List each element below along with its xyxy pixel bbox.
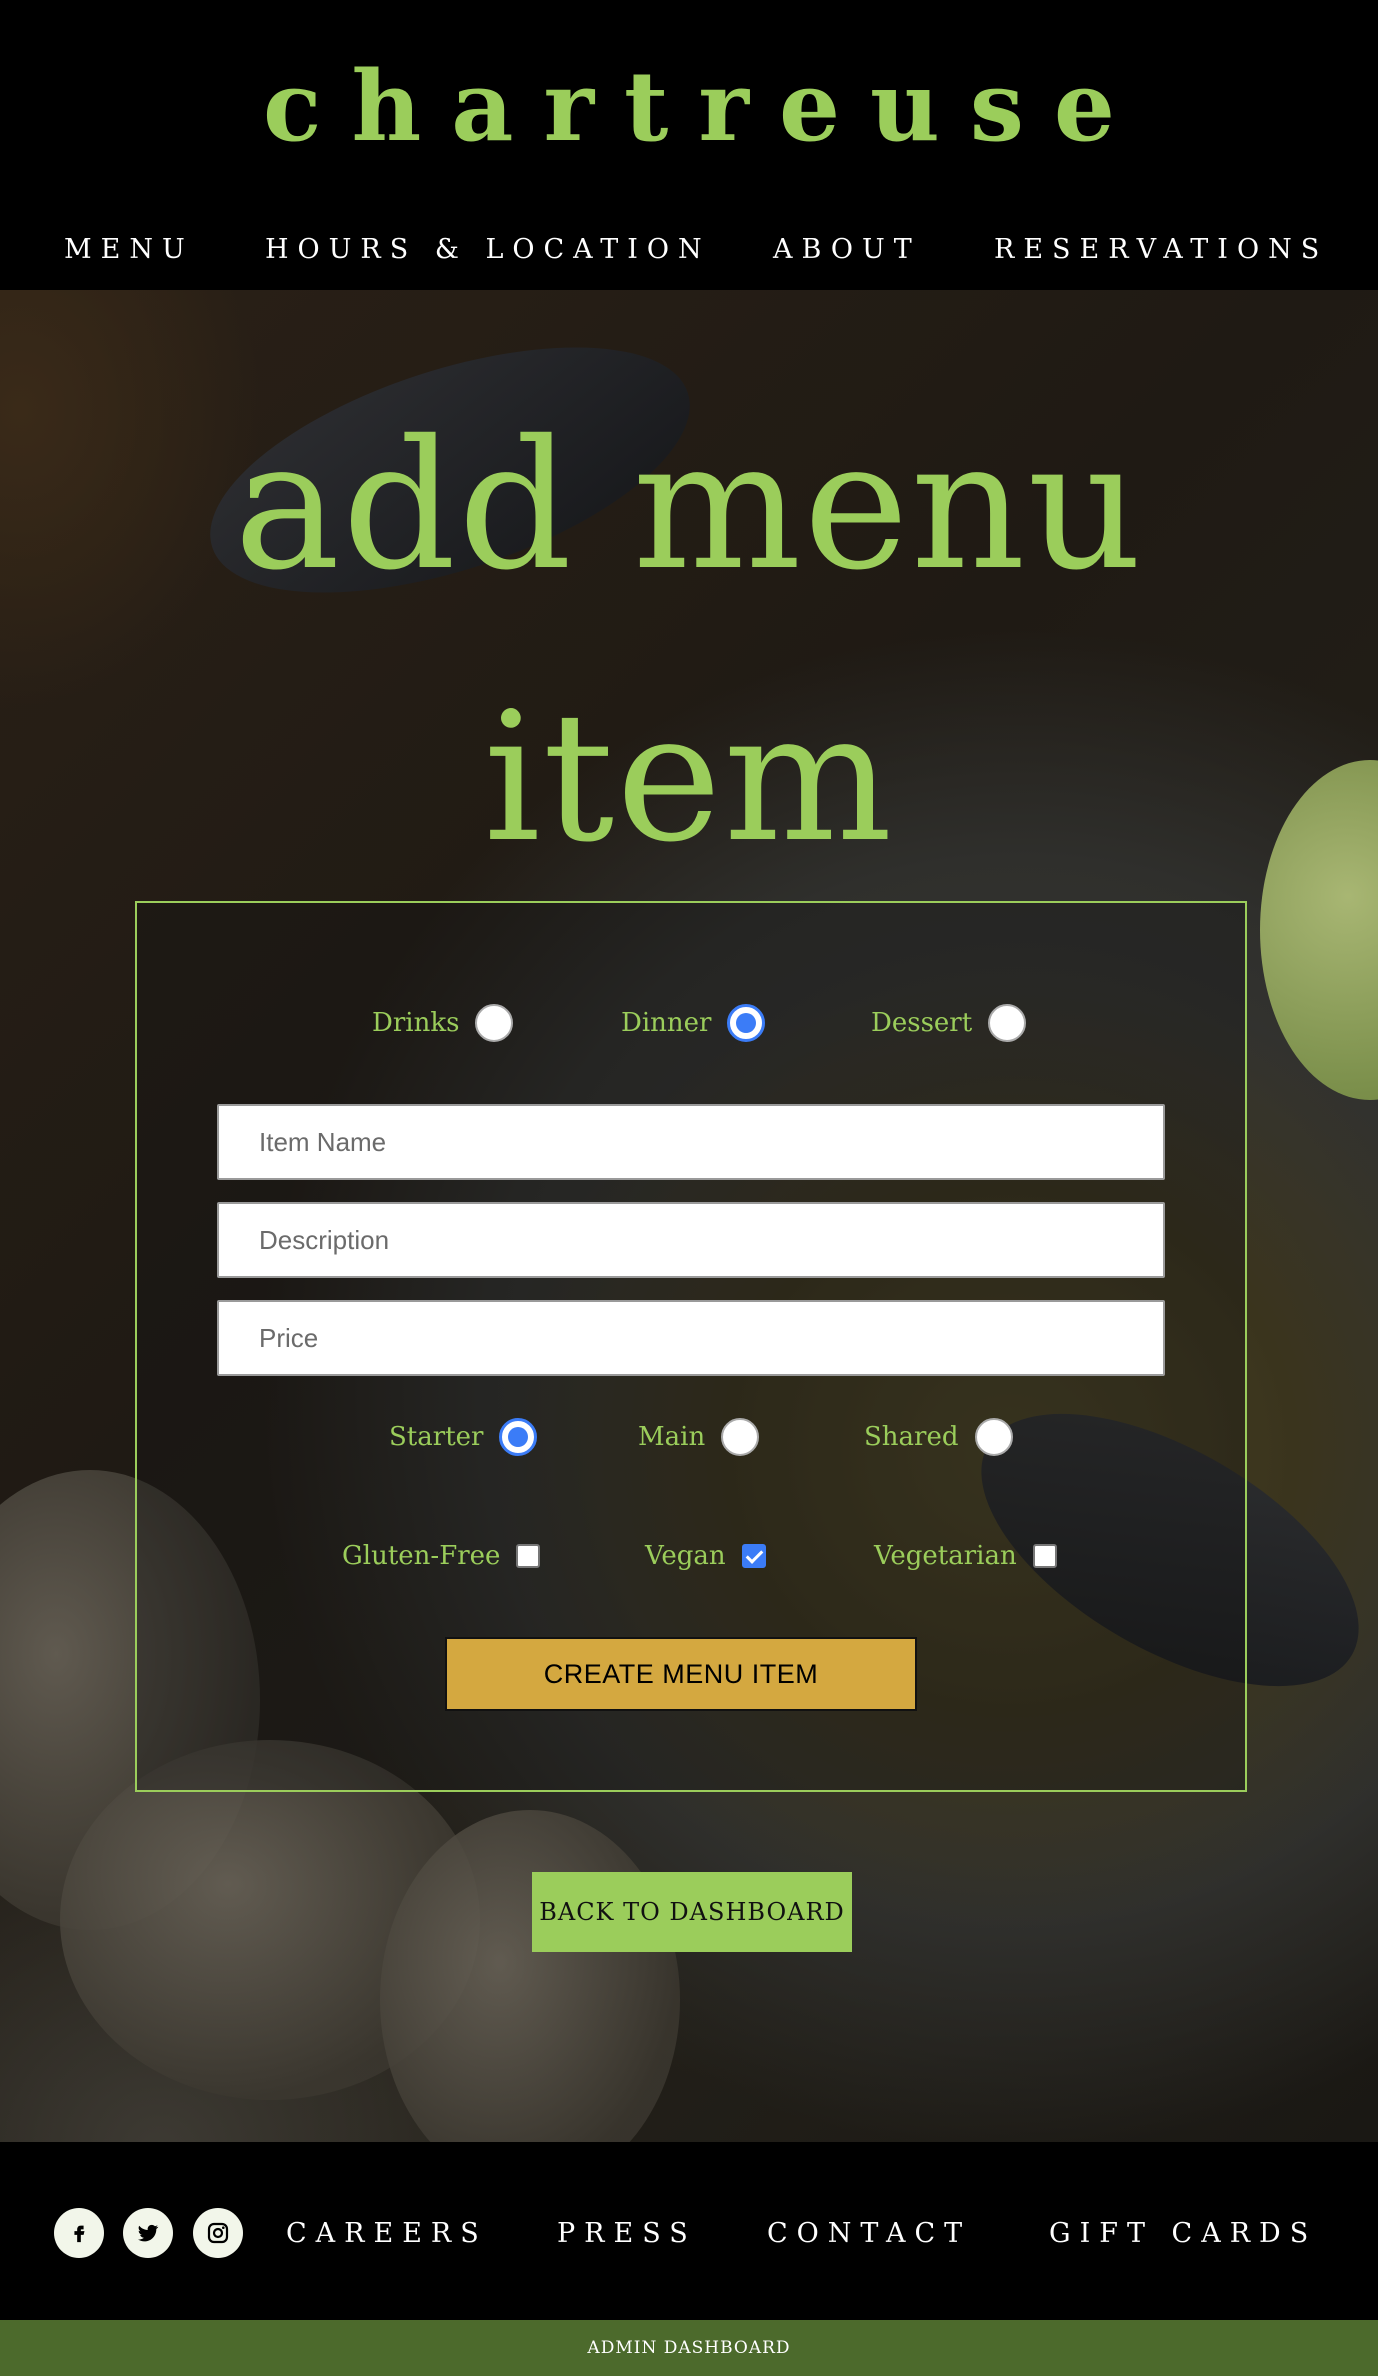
- category-label-dessert: Dessert: [871, 1008, 973, 1038]
- diet-option-gluten-free[interactable]: Gluten-Free: [342, 1534, 541, 1578]
- category-radio-drinks[interactable]: [475, 1004, 514, 1042]
- course-label-starter: Starter: [389, 1422, 484, 1452]
- admin-dashboard-bar: ADMIN DASHBOARD: [0, 2320, 1378, 2376]
- diet-checkbox-group: Gluten-Free Vegan Vegetarian: [137, 1534, 1245, 1578]
- footer-link-contact[interactable]: CONTACT: [767, 2212, 971, 2256]
- site-footer: CAREERS PRESS CONTACT GIFT CARDS: [0, 2142, 1378, 2320]
- course-radio-starter[interactable]: [499, 1418, 538, 1456]
- item-name-input[interactable]: [217, 1104, 1165, 1180]
- instagram-icon[interactable]: [193, 2208, 243, 2258]
- admin-dashboard-link[interactable]: ADMIN DASHBOARD: [587, 2338, 790, 2358]
- vegetarian-checkbox[interactable]: [1032, 1544, 1057, 1568]
- nav-item-hours-location[interactable]: HOURS & LOCATION: [265, 228, 711, 272]
- price-input[interactable]: [217, 1300, 1165, 1376]
- diet-option-vegan[interactable]: Vegan: [645, 1534, 766, 1578]
- create-menu-item-button[interactable]: CREATE MENU ITEM: [445, 1637, 917, 1711]
- brand-logo[interactable]: chartreuse: [0, 52, 1378, 162]
- gluten-free-checkbox[interactable]: [516, 1544, 541, 1568]
- category-radio-dessert[interactable]: [988, 1004, 1027, 1042]
- category-label-dinner: Dinner: [621, 1008, 712, 1038]
- nav-item-about[interactable]: ABOUT: [773, 228, 921, 272]
- category-option-dessert[interactable]: Dessert: [871, 1001, 1027, 1045]
- add-menu-item-form: Drinks Dinner Dessert Starter Main Share…: [135, 901, 1247, 1792]
- category-label-drinks: Drinks: [372, 1008, 460, 1038]
- diet-label-gluten-free: Gluten-Free: [342, 1541, 501, 1571]
- footer-link-press[interactable]: PRESS: [557, 2212, 697, 2256]
- footer-link-gift-cards[interactable]: GIFT CARDS: [1049, 2212, 1317, 2256]
- page-title: add menu item: [234, 402, 1144, 881]
- nav-item-menu[interactable]: MENU: [64, 228, 194, 272]
- diet-label-vegetarian: Vegetarian: [874, 1541, 1017, 1571]
- course-option-shared[interactable]: Shared: [864, 1415, 1013, 1459]
- description-input[interactable]: [217, 1202, 1165, 1278]
- course-label-main: Main: [638, 1422, 706, 1452]
- course-radio-shared[interactable]: [974, 1418, 1013, 1456]
- facebook-icon[interactable]: [54, 2208, 104, 2258]
- category-radio-group: Drinks Dinner Dessert: [137, 1001, 1245, 1045]
- diet-option-vegetarian[interactable]: Vegetarian: [874, 1534, 1057, 1578]
- main-nav: MENU HOURS & LOCATION ABOUT RESERVATIONS: [0, 228, 1378, 272]
- course-radio-main[interactable]: [721, 1418, 760, 1456]
- twitter-icon[interactable]: [123, 2208, 173, 2258]
- diet-label-vegan: Vegan: [645, 1541, 726, 1571]
- course-option-main[interactable]: Main: [638, 1415, 760, 1459]
- course-radio-group: Starter Main Shared: [137, 1415, 1245, 1459]
- back-to-dashboard-button[interactable]: BACK TO DASHBOARD: [532, 1872, 852, 1952]
- course-option-starter[interactable]: Starter: [389, 1415, 538, 1459]
- site-header: chartreuse MENU HOURS & LOCATION ABOUT R…: [0, 0, 1378, 290]
- category-option-drinks[interactable]: Drinks: [372, 1001, 514, 1045]
- nav-item-reservations[interactable]: RESERVATIONS: [994, 228, 1328, 272]
- vegan-checkbox[interactable]: [741, 1544, 766, 1568]
- footer-link-careers[interactable]: CAREERS: [286, 2212, 488, 2256]
- category-option-dinner[interactable]: Dinner: [621, 1001, 766, 1045]
- course-label-shared: Shared: [864, 1422, 959, 1452]
- category-radio-dinner[interactable]: [727, 1004, 766, 1042]
